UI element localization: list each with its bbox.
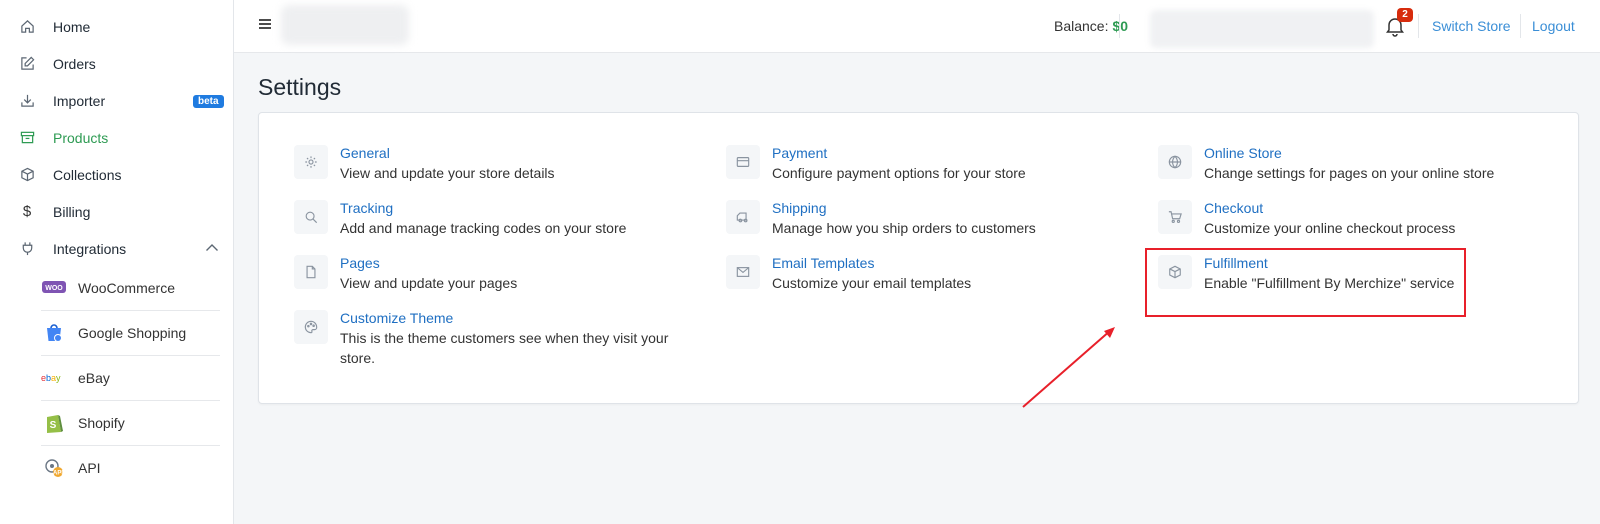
credit-card-icon: [726, 145, 760, 179]
divider: [1520, 14, 1521, 38]
sub-item-label: API: [78, 459, 101, 476]
woocommerce-logo: WOO: [41, 277, 67, 299]
sub-item-label: WooCommerce: [78, 279, 175, 296]
sidebar-item-label: Importer: [53, 92, 106, 109]
sidebar-item-label: Orders: [53, 55, 96, 72]
store-logo-redacted: [281, 5, 409, 45]
sidebar-item-label: Home: [53, 18, 91, 35]
divider: [1418, 14, 1419, 38]
setting-general[interactable]: General View and update your store detai…: [294, 143, 670, 183]
chevron-up-icon[interactable]: [205, 241, 219, 255]
svg-text:ebay: ebay: [41, 373, 61, 383]
plug-icon: [19, 240, 35, 256]
balance: Balance: $0: [1054, 18, 1128, 34]
file-icon: [294, 255, 328, 289]
balance-label: Balance:: [1054, 18, 1109, 34]
svg-text:S: S: [50, 420, 57, 431]
annotation-arrow: [1022, 327, 1115, 408]
logout-link[interactable]: Logout: [1532, 18, 1575, 34]
sidebar-item-orders[interactable]: Orders: [0, 45, 234, 82]
sidebar-item-importer[interactable]: Importer beta: [0, 82, 234, 119]
notification-badge: 2: [1397, 8, 1413, 22]
setting-payment[interactable]: Payment Configure payment options for yo…: [726, 143, 1102, 183]
google-shopping-logo: [41, 322, 67, 344]
download-icon: [19, 92, 35, 108]
highlight-box: [1145, 248, 1466, 317]
globe-icon: [1158, 145, 1192, 179]
beta-badge: beta: [193, 95, 224, 108]
setting-description: Manage how you ship orders to customers: [772, 220, 1036, 236]
setting-description: Configure payment options for your store: [772, 165, 1026, 181]
sub-item-label: Shopify: [78, 414, 125, 431]
sub-item-label: Google Shopping: [78, 324, 187, 341]
sidebar: Home Orders Importer beta Products Colle…: [0, 0, 234, 524]
page-title: Settings: [258, 74, 342, 100]
setting-title[interactable]: Online Store: [1204, 143, 1534, 163]
setting-title[interactable]: Payment: [772, 143, 1102, 163]
search-icon: [294, 200, 328, 234]
divider: [1119, 14, 1120, 38]
setting-title[interactable]: Checkout: [1204, 198, 1534, 218]
setting-email-templates[interactable]: Email Templates Customize your email tem…: [726, 253, 1102, 293]
setting-title[interactable]: Tracking: [340, 198, 670, 218]
setting-title[interactable]: Email Templates: [772, 253, 1102, 273]
setting-description: Customize your email templates: [772, 275, 972, 291]
menu-icon[interactable]: [258, 17, 272, 31]
setting-description: Change settings for pages on your online…: [1204, 165, 1495, 181]
setting-description: View and update your store details: [340, 165, 555, 181]
sub-item-label: eBay: [78, 369, 110, 386]
setting-description: Add and manage tracking codes on your st…: [340, 220, 627, 236]
setting-checkout[interactable]: Checkout Customize your online checkout …: [1158, 198, 1534, 238]
palette-icon: [294, 310, 328, 344]
setting-online-store[interactable]: Online Store Change settings for pages o…: [1158, 143, 1534, 183]
setting-title[interactable]: Shipping: [772, 198, 1102, 218]
edit-icon: [19, 55, 35, 71]
sub-item-ebay[interactable]: ebay eBay: [41, 355, 221, 400]
setting-title[interactable]: Customize Theme: [340, 308, 670, 328]
sidebar-item-billing[interactable]: $ Billing: [0, 193, 234, 230]
sidebar-item-integrations[interactable]: Integrations: [0, 230, 234, 267]
sidebar-item-label: Products: [53, 129, 109, 146]
dollar-icon: $: [22, 202, 32, 220]
sidebar-item-home[interactable]: Home: [0, 8, 234, 45]
api-logo: API: [41, 457, 67, 479]
svg-text:API: API: [53, 470, 63, 476]
shopify-logo: S: [41, 412, 67, 434]
sidebar-item-label: Integrations: [53, 240, 127, 257]
setting-title[interactable]: Pages: [340, 253, 670, 273]
setting-title[interactable]: General: [340, 143, 670, 163]
sub-item-woocommerce[interactable]: WOO WooCommerce: [41, 265, 221, 310]
store-name-redacted: [1150, 10, 1374, 48]
svg-text:WOO: WOO: [45, 285, 63, 292]
sub-item-google-shopping[interactable]: Google Shopping: [41, 310, 221, 355]
sub-item-shopify[interactable]: S Shopify: [41, 400, 221, 445]
ebay-logo: ebay: [41, 367, 67, 389]
setting-description: This is the theme customers see when the…: [340, 330, 669, 366]
truck-icon: [726, 200, 760, 234]
balance-value: $0: [1112, 18, 1129, 34]
setting-pages[interactable]: Pages View and update your pages: [294, 253, 670, 293]
top-bar: Balance: $0 2 Switch Store Logout: [234, 0, 1600, 53]
setting-description: View and update your pages: [340, 275, 518, 291]
mail-icon: [726, 255, 760, 289]
setting-description: Customize your online checkout process: [1204, 220, 1456, 236]
setting-tracking[interactable]: Tracking Add and manage tracking codes o…: [294, 198, 670, 238]
sidebar-item-label: Billing: [53, 203, 91, 220]
archive-icon: [19, 129, 35, 145]
setting-shipping[interactable]: Shipping Manage how you ship orders to c…: [726, 198, 1102, 238]
sub-item-api[interactable]: API API: [41, 445, 221, 490]
sidebar-item-label: Collections: [53, 166, 122, 183]
gear-icon: [294, 145, 328, 179]
setting-customize-theme[interactable]: Customize Theme This is the theme custom…: [294, 308, 670, 368]
box-icon: [19, 166, 35, 182]
home-icon: [19, 18, 35, 34]
sidebar-item-products[interactable]: Products: [0, 119, 234, 156]
switch-store-link[interactable]: Switch Store: [1432, 18, 1511, 34]
sidebar-item-collections[interactable]: Collections: [0, 156, 234, 193]
cart-icon: [1158, 200, 1192, 234]
